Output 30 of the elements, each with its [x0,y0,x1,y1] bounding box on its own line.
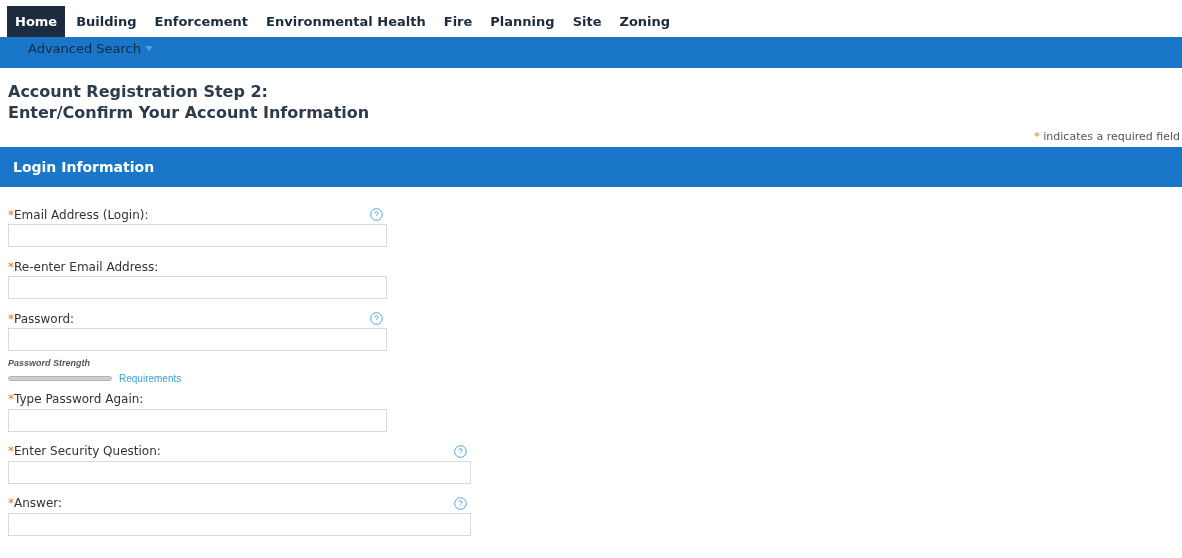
caret-icon [145,46,153,52]
nav-tab[interactable]: Enforcement [147,6,256,37]
help-icon[interactable] [454,444,467,458]
nav-tab[interactable]: Environmental Health [259,6,433,37]
help-icon[interactable] [454,496,467,510]
field-label: *Email Address (Login): [8,206,149,224]
help-icon[interactable] [370,312,383,325]
nav-tab[interactable]: Zoning [612,6,678,37]
page-heading: Enter/Confirm Your Account Information [8,102,371,123]
input-field[interactable] [8,328,387,351]
field-label: *Type Password Again: [8,391,144,408]
input-field[interactable] [8,276,387,299]
nav-tab[interactable]: Planning [483,6,562,37]
nav-tab[interactable]: Home [7,6,66,37]
field-label: *Enter Security Question: [8,443,161,460]
field-label: *Re-enter Email Address: [8,258,159,276]
page-heading: Account Registration Step 2: [8,81,269,102]
help-icon[interactable] [370,208,383,221]
input-field[interactable] [8,224,387,247]
input-field[interactable] [8,460,471,484]
input-field[interactable] [8,512,471,536]
nav-tab[interactable]: Site [565,6,609,37]
nav-tab[interactable]: Fire [436,6,480,37]
required-note: * indicates a required field [1034,129,1180,145]
section-title: Login Information [13,157,155,177]
input-field[interactable] [8,408,387,432]
field-label: *Password: [8,310,75,328]
field-label: *Answer: [8,495,63,512]
strength-label: Password Strength [8,357,91,370]
nav-tab[interactable]: Building [69,6,144,37]
